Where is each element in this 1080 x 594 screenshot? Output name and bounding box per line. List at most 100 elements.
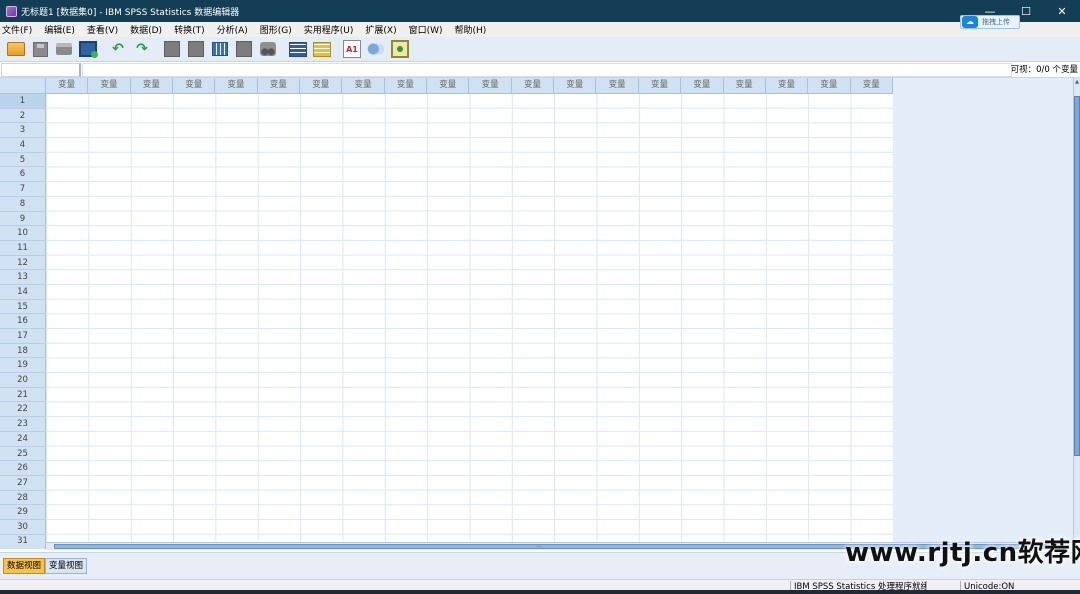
column-header[interactable]: 变量 [88, 78, 131, 94]
column-header[interactable]: 变量 [765, 78, 809, 94]
tab-variable-view[interactable]: 变量视图 [45, 558, 88, 574]
column-header[interactable]: 变量 [300, 78, 343, 94]
vertical-scroll-thumb[interactable] [1074, 96, 1080, 456]
row-header[interactable]: 10 [0, 226, 46, 241]
tab-data-view[interactable]: 数据视图 [3, 558, 46, 574]
spss-data-editor-window: 无标题1 [数据集0] - IBM SPSS Statistics 数据编辑器 … [0, 0, 1080, 594]
menu-bar: 文件(F) 编辑(E) 查看(V) 数据(D) 转换(T) 分析(A) 图形(G… [0, 22, 1080, 37]
row-header[interactable]: 26 [0, 461, 46, 476]
row-header[interactable]: 12 [0, 255, 46, 271]
use-sets-icon [367, 42, 385, 56]
value-labels-icon: A1 [343, 40, 361, 58]
row-header[interactable]: 2 [0, 108, 46, 124]
row-header[interactable]: 11 [0, 240, 46, 256]
menu-analyze[interactable]: 分析(A) [217, 23, 248, 36]
row-header[interactable]: 24 [0, 431, 46, 447]
column-header[interactable]: 变量 [681, 78, 724, 94]
show-all-variables-button[interactable] [390, 39, 410, 59]
column-header[interactable]: 变量 [215, 78, 258, 94]
variables-button[interactable] [210, 39, 230, 59]
row-header[interactable]: 5 [0, 152, 46, 168]
open-folder-icon [7, 42, 25, 56]
scroll-up-icon[interactable]: ▲ [1074, 78, 1080, 86]
row-header[interactable]: 20 [0, 373, 46, 388]
column-header[interactable]: 变量 [46, 78, 89, 94]
grid-corner[interactable] [0, 78, 46, 94]
variables-icon [212, 42, 228, 56]
row-header[interactable]: 4 [0, 138, 46, 153]
column-header[interactable]: 变量 [130, 78, 174, 94]
menu-window[interactable]: 窗口(W) [409, 23, 443, 36]
cell-value-editor[interactable] [82, 63, 1012, 77]
column-header[interactable]: 变量 [554, 78, 597, 94]
row-header[interactable]: 14 [0, 284, 46, 300]
recall-dialog-button[interactable] [78, 39, 98, 59]
undo-button[interactable]: ↶ [108, 39, 128, 59]
menu-view[interactable]: 查看(V) [87, 23, 118, 36]
column-header[interactable]: 变量 [427, 78, 470, 94]
row-header[interactable]: 17 [0, 329, 46, 344]
row-header[interactable]: 6 [0, 167, 46, 183]
column-header[interactable]: 变量 [173, 78, 216, 94]
row-header[interactable]: 1 [0, 94, 46, 109]
open-button[interactable] [6, 39, 26, 59]
column-header[interactable]: 变量 [638, 78, 682, 94]
cell-reference-box[interactable] [1, 63, 81, 77]
row-header[interactable]: 3 [0, 123, 46, 139]
value-labels-button[interactable]: A1 [342, 39, 362, 59]
use-sets-button[interactable] [366, 39, 386, 59]
menu-extensions[interactable]: 扩展(X) [365, 23, 396, 36]
menu-help[interactable]: 帮助(H) [455, 23, 487, 36]
column-header[interactable]: 变量 [342, 78, 385, 94]
run-descriptives-button[interactable] [234, 39, 254, 59]
spss-app-icon[interactable] [6, 5, 17, 17]
row-header[interactable]: 16 [0, 314, 46, 329]
menu-graphs[interactable]: 图形(G) [260, 23, 292, 36]
row-header[interactable]: 28 [0, 490, 46, 506]
upload-badge[interactable]: ☁ 拖拽上传 [960, 15, 1020, 29]
close-button[interactable]: ✕ [1044, 0, 1080, 22]
data-cells[interactable] [46, 94, 893, 542]
column-header[interactable]: 变量 [596, 78, 639, 94]
row-header[interactable]: 23 [0, 417, 46, 432]
row-header[interactable]: 18 [0, 343, 46, 359]
column-header[interactable]: 变量 [257, 78, 301, 94]
redo-button[interactable]: ↷ [132, 39, 152, 59]
select-cases-button[interactable] [312, 39, 332, 59]
row-header-column: 1 2 3 4 5 6 7 8 9 10 11 12 13 14 15 16 17 18 19 20 21 22 23 24 2… [0, 94, 46, 535]
print-button[interactable] [54, 39, 74, 59]
column-header[interactable]: 变量 [808, 78, 851, 94]
row-header[interactable]: 29 [0, 505, 46, 520]
visible-variables-count: 可视：0/0 个变量 [1010, 65, 1078, 75]
cell-editor-row: 可视：0/0 个变量 [0, 62, 1080, 78]
column-header[interactable]: 变量 [384, 78, 428, 94]
save-button[interactable] [30, 39, 50, 59]
column-header[interactable]: 变量 [469, 78, 512, 94]
column-header[interactable]: 变量 [723, 78, 766, 94]
row-header[interactable]: 27 [0, 475, 46, 491]
row-header[interactable]: 13 [0, 270, 46, 285]
goto-case-button[interactable] [162, 39, 182, 59]
vertical-scrollbar[interactable]: ▲ [1073, 78, 1080, 548]
row-header[interactable]: 25 [0, 446, 46, 462]
menu-file[interactable]: 文件(F) [2, 23, 32, 36]
menu-utilities[interactable]: 实用程序(U) [304, 23, 354, 36]
row-header[interactable]: 9 [0, 211, 46, 227]
menu-edit[interactable]: 编辑(E) [44, 23, 75, 36]
split-file-button[interactable] [288, 39, 308, 59]
row-header[interactable]: 7 [0, 182, 46, 197]
row-header[interactable]: 22 [0, 402, 46, 418]
find-button[interactable] [258, 39, 278, 59]
menu-data[interactable]: 数据(D) [130, 23, 162, 36]
row-header[interactable]: 21 [0, 387, 46, 403]
column-header[interactable]: 变量 [850, 78, 893, 94]
column-header[interactable]: 变量 [511, 78, 555, 94]
row-header[interactable]: 15 [0, 299, 46, 315]
menu-transform[interactable]: 转换(T) [174, 23, 205, 36]
goto-variable-button[interactable] [186, 39, 206, 59]
row-header-31[interactable]: 31 [0, 535, 46, 549]
row-header[interactable]: 30 [0, 519, 46, 535]
row-header[interactable]: 8 [0, 196, 46, 212]
row-header[interactable]: 19 [0, 358, 46, 374]
title-bar[interactable]: 无标题1 [数据集0] - IBM SPSS Statistics 数据编辑器 … [0, 0, 1080, 22]
